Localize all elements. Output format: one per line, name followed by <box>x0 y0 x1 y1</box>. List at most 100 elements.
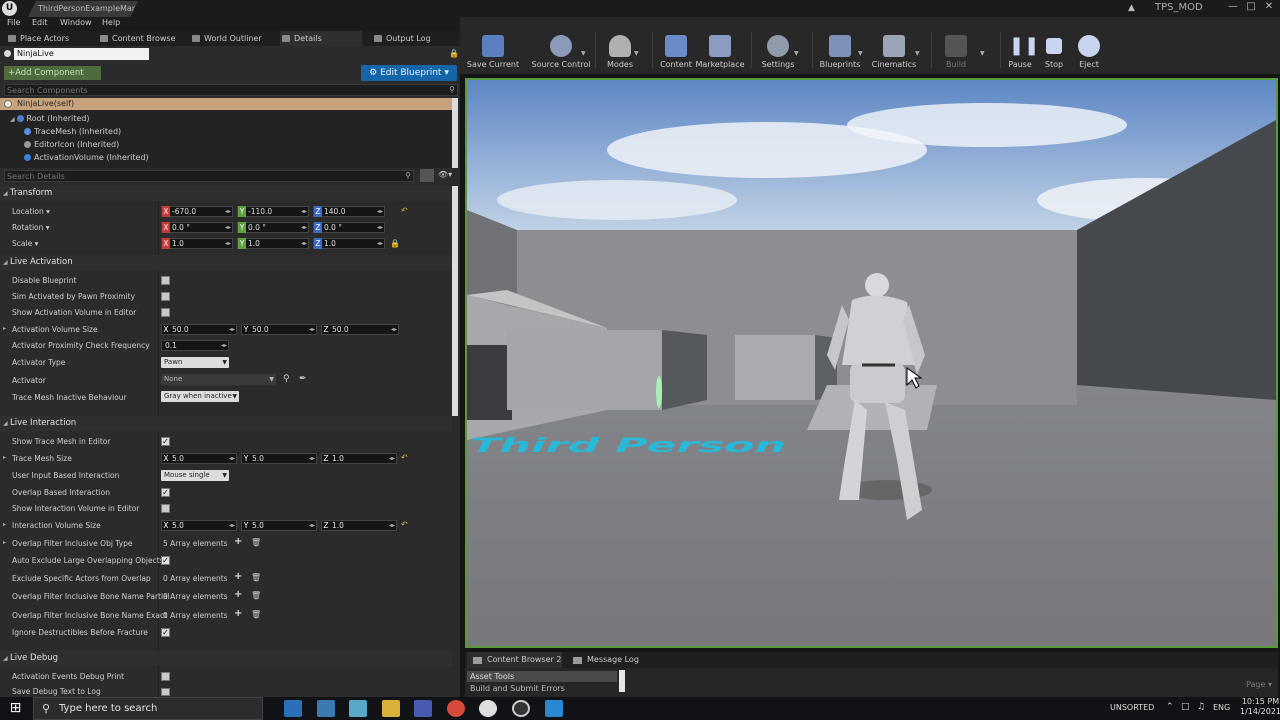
scale-lock-icon[interactable]: 🔒 <box>390 239 400 248</box>
tray-unsorted[interactable]: UNSORTED <box>1110 703 1154 712</box>
search-actor-icon[interactable]: ⚲ <box>283 374 290 384</box>
tab-output-log[interactable]: Output Log <box>372 31 452 46</box>
proximity-check-field[interactable]: 0.1 ◂▸ <box>161 340 229 351</box>
save-debug-checkbox[interactable] <box>161 688 170 696</box>
chevron-up-icon[interactable]: ⌃ <box>1166 702 1174 712</box>
volume-icon[interactable]: ♫ <box>1197 702 1205 712</box>
app-icon[interactable] <box>317 700 335 717</box>
expand-arrow-icon[interactable]: ▸ <box>3 325 6 332</box>
rotation-label[interactable]: Rotation ▾ <box>12 223 50 232</box>
file-explorer-icon[interactable] <box>382 700 400 717</box>
sim-activated-checkbox[interactable] <box>161 292 170 301</box>
auto-exclude-checkbox[interactable]: ✓ <box>161 556 170 565</box>
log-category-asset-tools[interactable]: Asset Tools <box>467 671 617 682</box>
location-label[interactable]: Location ▾ <box>12 207 50 216</box>
category-live-activation[interactable]: ◢ Live Activation <box>0 255 452 270</box>
source-control-button[interactable]: Source Control <box>532 17 590 72</box>
menu-window[interactable]: Window <box>60 18 92 27</box>
chrome-icon[interactable] <box>447 700 465 717</box>
tray-language[interactable]: ENG <box>1213 703 1230 712</box>
tab-content-browser[interactable]: Content Browse <box>98 31 190 46</box>
expand-arrow-icon[interactable]: ▸ <box>3 539 6 546</box>
location-x-field[interactable]: X -670.0 ◂▸ <box>161 206 233 217</box>
modes-button[interactable]: Modes <box>600 17 640 72</box>
windows-start-icon[interactable]: ⊞ <box>7 700 24 717</box>
reset-to-default-icon[interactable]: ↶ <box>401 206 408 215</box>
marketplace-button[interactable]: Marketplace <box>695 17 745 72</box>
unreal-engine-icon[interactable] <box>479 700 497 717</box>
rotation-x-field[interactable]: X 0.0 ° ◂▸ <box>161 222 233 233</box>
delete-elements-icon[interactable]: 🗑 <box>251 538 261 547</box>
tab-message-log[interactable]: Message Log <box>567 652 647 668</box>
activator-dropdown[interactable]: None ▼ <box>161 374 276 385</box>
app-icon[interactable] <box>349 700 367 717</box>
close-icon[interactable]: ✕ <box>1262 0 1276 14</box>
chevron-down-icon[interactable]: ▼ <box>634 50 639 57</box>
ivs-y-field[interactable]: Y 5.0 ◂▸ <box>241 520 317 531</box>
menu-edit[interactable]: Edit <box>32 18 48 27</box>
scale-label[interactable]: Scale ▾ <box>12 239 38 248</box>
delete-elements-icon[interactable]: 🗑 <box>251 610 261 619</box>
rotation-y-field[interactable]: Y 0.0 ° ◂▸ <box>237 222 309 233</box>
menu-file[interactable]: File <box>7 18 20 27</box>
location-y-field[interactable]: Y -110.0 ◂▸ <box>237 206 309 217</box>
search-components-input[interactable] <box>5 85 405 95</box>
add-component-button[interactable]: +Add Component <box>4 66 101 80</box>
add-element-icon[interactable]: + <box>234 589 242 600</box>
map-tab[interactable]: ThirdPersonExampleMap* <box>28 1 138 17</box>
add-element-icon[interactable]: + <box>234 608 242 619</box>
scale-x-field[interactable]: X 1.0 ◂▸ <box>161 238 233 249</box>
component-editor-icon[interactable]: EditorIcon (Inherited) <box>24 138 119 151</box>
minimize-icon[interactable]: — <box>1226 0 1240 14</box>
tab-content-browser-2[interactable]: Content Browser 2 <box>467 652 562 668</box>
lock-icon[interactable]: 🔒 <box>449 49 459 58</box>
tab-place-actors[interactable]: Place Actors <box>6 31 94 46</box>
add-element-icon[interactable]: + <box>234 571 242 582</box>
app-icon[interactable] <box>284 700 302 717</box>
location-z-field[interactable]: Z 140.0 ◂▸ <box>313 206 385 217</box>
save-current-button[interactable]: Save Current <box>467 17 519 72</box>
reset-to-default-icon[interactable]: ↶ <box>401 520 408 529</box>
avs-x-field[interactable]: X 50.0 ◂▸ <box>161 324 237 335</box>
overlap-based-checkbox[interactable]: ✓ <box>161 488 170 497</box>
show-trace-mesh-checkbox[interactable]: ✓ <box>161 437 170 446</box>
chevron-down-icon[interactable]: ▼ <box>980 50 985 57</box>
actor-name-field[interactable]: NinjaLive <box>14 48 149 60</box>
level-viewport[interactable]: Third Person <box>465 78 1278 648</box>
delete-elements-icon[interactable]: 🗑 <box>251 573 261 582</box>
component-activation-volume[interactable]: ActivationVolume (Inherited) <box>24 151 149 164</box>
app-icon[interactable] <box>414 700 432 717</box>
chevron-down-icon[interactable]: ▼ <box>794 50 799 57</box>
scale-z-field[interactable]: Z 1.0 ◂▸ <box>313 238 385 249</box>
rotation-z-field[interactable]: Z 0.0 ° ◂▸ <box>313 222 385 233</box>
log-category-build-submit[interactable]: Build and Submit Errors <box>467 684 617 695</box>
build-button[interactable]: Build <box>936 17 976 72</box>
tms-z-field[interactable]: Z 1.0 ◂▸ <box>321 453 397 464</box>
app-icon[interactable] <box>545 700 563 717</box>
search-details-input[interactable] <box>5 171 405 181</box>
ivs-z-field[interactable]: Z 1.0 ◂▸ <box>321 520 397 531</box>
add-element-icon[interactable]: + <box>234 536 242 547</box>
tab-world-outliner[interactable]: World Outliner <box>190 31 276 46</box>
log-scrollbar[interactable] <box>619 670 625 692</box>
ignore-destructibles-checkbox[interactable]: ✓ <box>161 628 170 637</box>
show-interaction-volume-checkbox[interactable] <box>161 504 170 513</box>
eject-button[interactable]: Eject <box>1073 17 1105 72</box>
avs-z-field[interactable]: Z 50.0 ◂▸ <box>321 324 399 335</box>
category-live-debug[interactable]: ◢ Live Debug <box>0 651 452 666</box>
settings-button[interactable]: Settings <box>758 17 798 72</box>
reset-to-default-icon[interactable]: ↶ <box>401 453 408 462</box>
view-options-eye-icon[interactable]: 👁▾ <box>438 170 452 179</box>
network-icon[interactable]: □ <box>1181 702 1190 712</box>
delete-elements-icon[interactable]: 🗑 <box>251 591 261 600</box>
menu-help[interactable]: Help <box>102 18 120 27</box>
expand-arrow-icon[interactable]: ▸ <box>3 454 6 461</box>
eyedropper-icon[interactable]: ✒ <box>299 374 307 384</box>
tray-clock[interactable]: 10:15 PM 1/14/2021 <box>1240 697 1280 717</box>
disable-blueprint-checkbox[interactable] <box>161 276 170 285</box>
trace-mesh-inactive-dropdown[interactable]: Gray when inactive ▼ <box>161 391 239 402</box>
category-transform[interactable]: ◢ Transform <box>0 186 452 201</box>
edit-blueprint-button[interactable]: ⚙ Edit Blueprint ▾ <box>361 65 457 81</box>
details-scrollbar[interactable] <box>452 186 458 416</box>
maximize-icon[interactable]: □ <box>1244 0 1258 14</box>
